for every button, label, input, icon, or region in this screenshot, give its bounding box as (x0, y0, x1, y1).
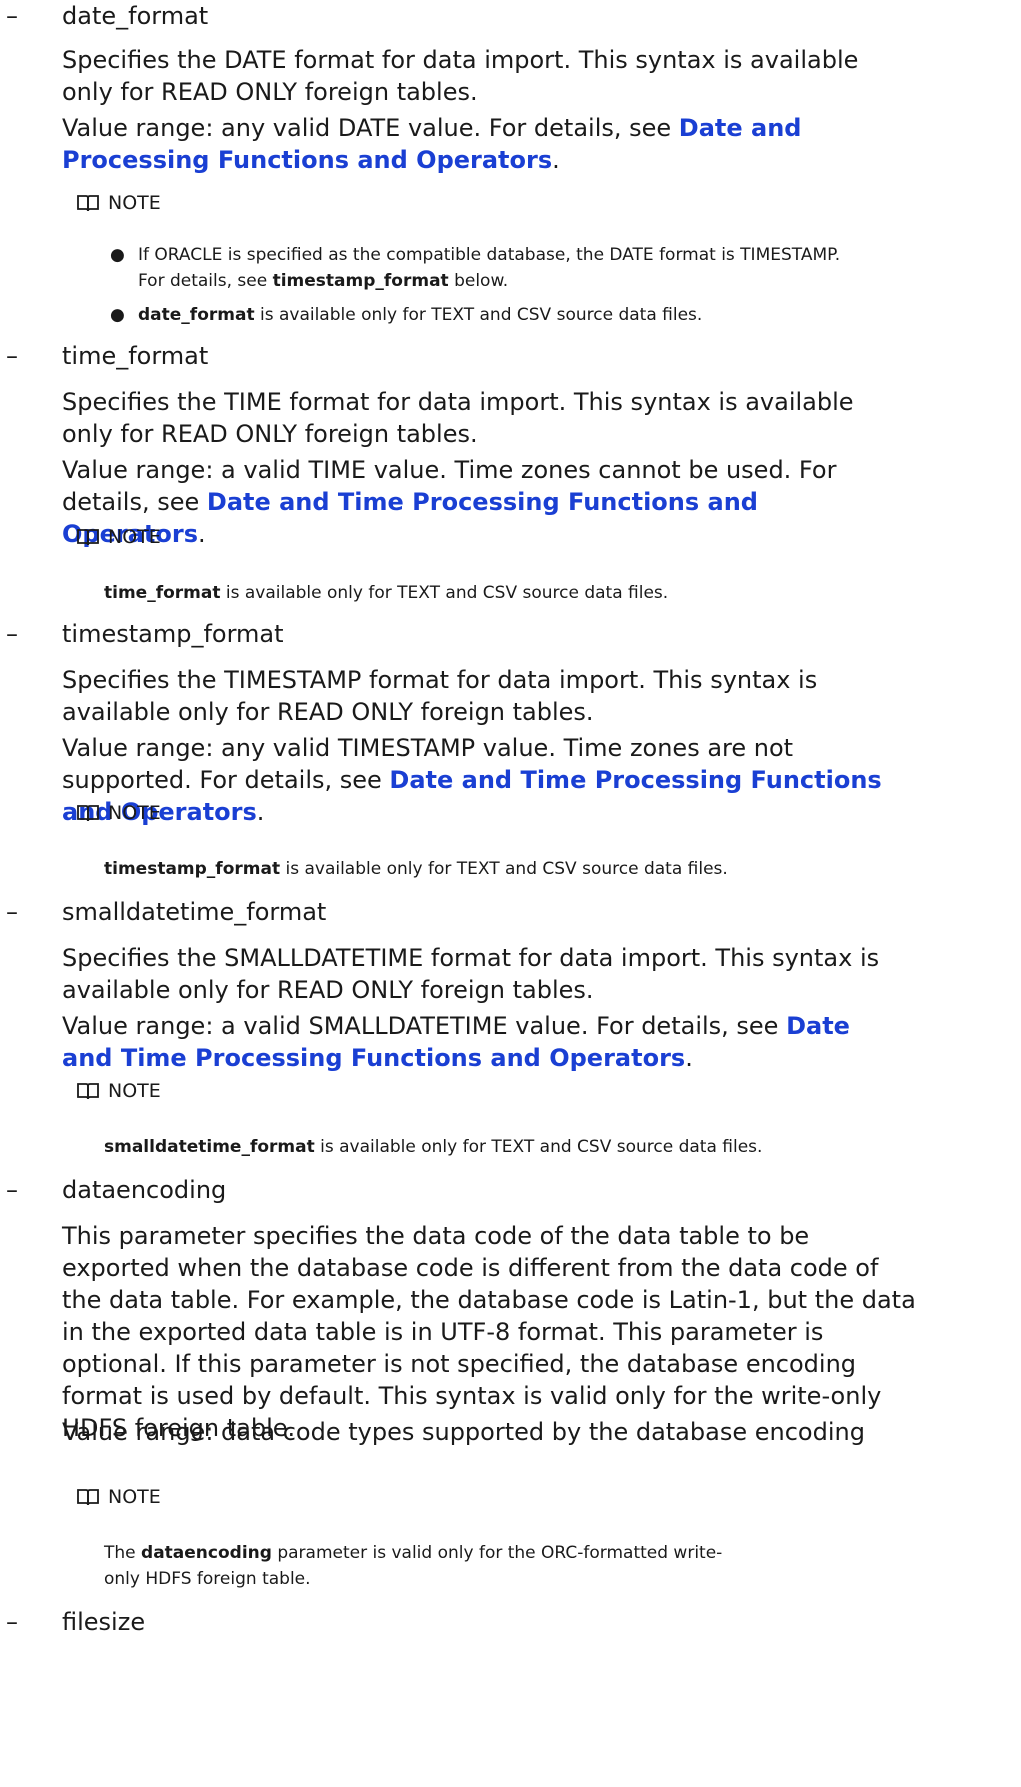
param-name-time-format: time_format (62, 342, 209, 370)
note-header: NOTE (76, 800, 161, 826)
note-text: smalldatetime_format is available only f… (104, 1137, 763, 1157)
param-name-smalldatetime-format: smalldatetime_format (62, 898, 327, 926)
bullet-icon: ● (110, 305, 125, 325)
param-name-timestamp-format: timestamp_format (62, 620, 284, 648)
list-dash: – (6, 1608, 18, 1636)
book-icon (77, 195, 99, 212)
list-dash: – (6, 620, 18, 648)
value-range: Value range: a valid SMALLDATETIME value… (62, 1012, 850, 1072)
book-icon (77, 529, 99, 546)
param-name-filesize: filesize (62, 1608, 146, 1636)
note-label: NOTE (108, 802, 161, 824)
note-label: NOTE (108, 1080, 161, 1102)
note-text: timestamp_format is available only for T… (104, 859, 728, 879)
value-range: Value range: a valid TIME value. Time zo… (62, 456, 837, 548)
book-icon (77, 805, 99, 822)
param-name-date-format: date_format (62, 2, 209, 30)
note-text: time_format is available only for TEXT a… (104, 583, 669, 603)
list-dash: – (6, 342, 18, 370)
book-icon (77, 1489, 99, 1506)
note-header: NOTE (76, 190, 161, 216)
param-description: Specifies the TIME format for data impor… (62, 388, 854, 448)
value-range-text: Value range: any valid DATE value. For d… (62, 114, 679, 142)
list-dash: – (6, 2, 18, 30)
note-label: NOTE (108, 1486, 161, 1508)
value-range: Value range: any valid TIMESTAMP value. … (62, 734, 882, 826)
list-dash: – (6, 1176, 18, 1204)
list-dash: – (6, 898, 18, 926)
param-description: This parameter specifies the data code o… (62, 1222, 916, 1442)
list-item: ● If ORACLE is specified as the compatib… (110, 242, 870, 294)
list-item: ● date_format is available only for TEXT… (110, 302, 870, 328)
note-label: NOTE (108, 192, 161, 214)
note-header: NOTE (76, 1484, 161, 1510)
book-icon (77, 1083, 99, 1100)
param-name-dataencoding: dataencoding (62, 1176, 227, 1204)
note-label: NOTE (108, 526, 161, 548)
value-range: Value range: any valid DATE value. For d… (62, 114, 802, 174)
note-text: The dataencoding parameter is valid only… (104, 1543, 723, 1589)
note-header: NOTE (76, 1078, 161, 1104)
param-description: Specifies the SMALLDATETIME format for d… (62, 944, 880, 1004)
param-description: Specifies the DATE format for data impor… (62, 46, 859, 106)
value-range: Value range: data code types supported b… (62, 1418, 865, 1446)
bullet-icon: ● (110, 245, 125, 265)
note-header: NOTE (76, 524, 161, 550)
param-description: Specifies the TIMESTAMP format for data … (62, 666, 818, 726)
